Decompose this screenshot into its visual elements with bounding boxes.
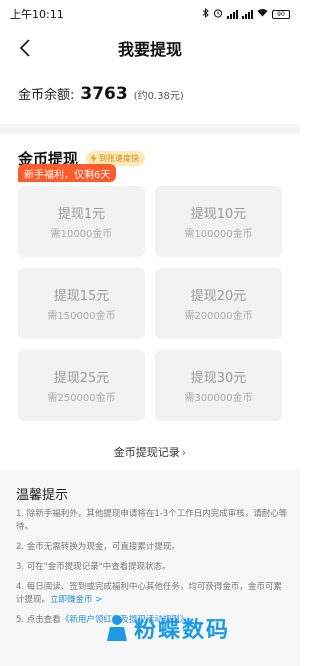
chevron-right-icon: › [181, 446, 187, 459]
tip-text: 5. 点击查看 [16, 615, 61, 625]
page-title: 我要提现 [117, 40, 182, 59]
tip-item: 2. 金币无需转换为现金，可直接累计提现。 [16, 542, 180, 552]
balance-value: 3763 [80, 84, 128, 104]
option-amount: 提现30元 [190, 371, 247, 386]
bluetooth-icon [202, 7, 209, 21]
person-logo-icon [107, 615, 127, 641]
status-bar: 上午10:11 90 [0, 0, 300, 28]
divider-band [0, 124, 300, 134]
coin-balance: 金币余额: 3763 (约0.38元) [18, 84, 184, 104]
watermark-text: 粉蝶数码 [134, 618, 231, 643]
tip-item: 3. 可在"金币提现记录"中查看提现状态。 [16, 562, 171, 572]
record-link-label: 金币提现记录 [113, 446, 180, 459]
chevron-left-icon [19, 39, 30, 57]
earn-coins-link[interactable]: 立即赚金币 > [50, 595, 102, 605]
withdraw-options: 新手福利，仅剩6天 提现1元 需10000金币 提现10元 需100000金币 … [18, 164, 282, 421]
balance-label: 金币余额: [18, 88, 75, 103]
withdraw-option-10[interactable]: 提现10元 需100000金币 [155, 186, 282, 257]
tip-item: 4. 每日阅读、签到或完成福利中心其他任务，均可获得金币，金币可累计提现。立即赚… [16, 581, 288, 607]
battery-level: 90 [277, 10, 285, 18]
option-amount: 提现20元 [190, 289, 247, 304]
nav-bar: 我要提现 [0, 30, 300, 66]
option-cost: 需10000金币 [50, 229, 113, 240]
status-icons: 90 [202, 7, 290, 21]
option-cost: 需200000金币 [184, 311, 253, 322]
promo-tag: 新手福利，仅剩6天 [18, 164, 117, 182]
option-cost: 需250000金币 [47, 393, 116, 404]
wifi-icon [257, 8, 268, 20]
alarm-icon [213, 8, 223, 21]
withdraw-option-1[interactable]: 新手福利，仅剩6天 提现1元 需10000金币 [18, 164, 145, 257]
withdraw-option-15[interactable]: 提现15元 需150000金币 [18, 268, 145, 339]
back-button[interactable] [12, 34, 38, 62]
option-amount: 提现25元 [53, 371, 110, 386]
tip-item: 1. 除新手福利外，其他提现申请将在1-3个工作日内完成审核，请耐心等待。 [16, 509, 288, 532]
tips-title: 温馨提示 [16, 488, 69, 503]
withdraw-option-25[interactable]: 提现25元 需250000金币 [18, 350, 145, 421]
option-amount: 提现15元 [53, 289, 110, 304]
status-time: 上午10:11 [10, 8, 64, 21]
option-cost: 需150000金币 [47, 311, 116, 322]
withdraw-option-20[interactable]: 提现20元 需200000金币 [155, 268, 282, 339]
withdraw-record-link[interactable]: 金币提现记录 › [0, 444, 300, 460]
signal-icon-2 [242, 9, 253, 19]
option-cost: 需100000金币 [184, 229, 253, 240]
battery-icon: 90 [272, 9, 290, 19]
signal-icon [227, 9, 238, 19]
option-cost: 需300000金币 [184, 393, 253, 404]
watermark: 粉蝶数码 [104, 612, 230, 644]
balance-approx: (约0.38元) [133, 91, 184, 102]
lightning-icon [90, 154, 97, 163]
option-amount: 提现1元 [57, 207, 106, 222]
speed-badge-label: 到账速度快 [99, 154, 140, 163]
withdraw-option-30[interactable]: 提现30元 需300000金币 [155, 350, 282, 421]
option-amount: 提现10元 [190, 207, 247, 222]
